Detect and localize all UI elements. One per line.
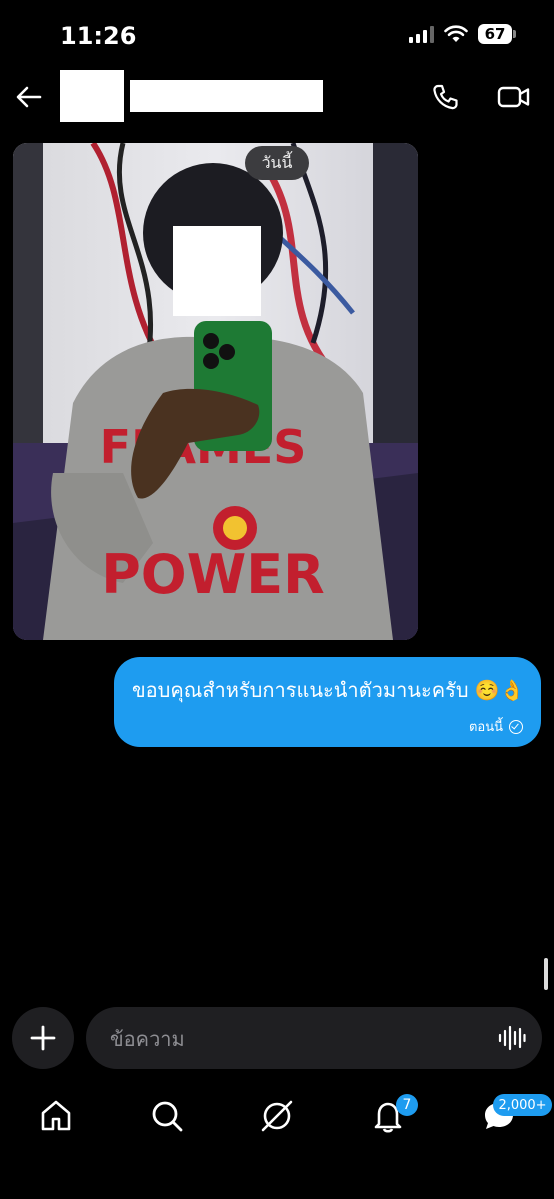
message-composer <box>86 1007 542 1071</box>
date-divider: วันนี้ <box>245 146 309 180</box>
phone-icon[interactable] <box>430 82 460 112</box>
contact-avatar[interactable] <box>60 70 124 122</box>
selfie-photo: FLAMES POWER <box>13 143 418 640</box>
bottom-tab-bar: 7 2,000+ <box>0 1090 554 1150</box>
plus-icon <box>30 1025 56 1051</box>
scroll-indicator[interactable] <box>544 958 548 990</box>
status-bar: 11:26 67 <box>0 0 554 70</box>
notifications-badge: 7 <box>396 1094 418 1116</box>
message-input[interactable] <box>108 1007 492 1071</box>
sent-check-icon <box>509 719 523 734</box>
sent-message-text: ขอบคุณสำหรับการแนะนำตัวมานะครับ ☺️👌 <box>132 678 525 702</box>
compass-icon[interactable] <box>259 1098 295 1134</box>
svg-text:POWER: POWER <box>101 543 325 606</box>
home-icon[interactable] <box>38 1098 74 1134</box>
battery-icon: 67 <box>478 24 516 44</box>
sent-message-bubble[interactable]: ขอบคุณสำหรับการแนะนำตัวมานะครับ ☺️👌 ตอนน… <box>114 657 541 747</box>
arrow-left-icon[interactable] <box>14 82 44 112</box>
status-icons: 67 <box>409 24 516 44</box>
wifi-icon <box>444 25 468 42</box>
received-photo-message[interactable]: FLAMES POWER <box>13 143 418 640</box>
contact-name[interactable] <box>130 80 323 112</box>
status-time: 11:26 <box>60 22 137 50</box>
search-icon[interactable] <box>149 1098 185 1134</box>
cellular-signal-icon <box>409 25 434 43</box>
video-camera-icon[interactable] <box>497 82 531 112</box>
chat-header <box>0 68 554 128</box>
voice-waveform-icon[interactable] <box>498 1025 526 1051</box>
messages-badge: 2,000+ <box>493 1094 552 1116</box>
message-time: ตอนนี้ <box>468 720 503 735</box>
add-attachment-button[interactable] <box>12 1007 74 1069</box>
message-meta: ตอนนี้ <box>469 716 523 737</box>
battery-level: 67 <box>478 24 512 44</box>
